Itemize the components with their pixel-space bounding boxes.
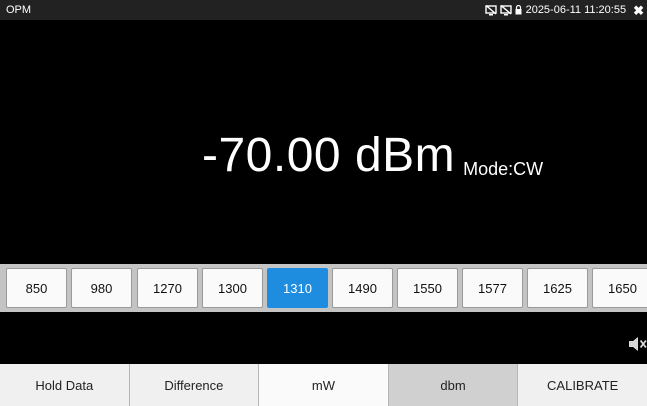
dbm-unit-button[interactable]: dbm [388,364,519,406]
wavelength-button-1625[interactable]: 1625 [527,268,588,308]
calibrate-button[interactable]: CALIBRATE [518,364,647,406]
wavelength-button-980[interactable]: 980 [71,268,132,308]
close-icon[interactable]: ✖ [633,4,644,17]
mw-unit-button[interactable]: mW [259,364,389,406]
wavelength-selector: 850 980 1270 1300 1310 1490 1550 1577 16… [0,264,647,312]
speaker-muted-icon[interactable] [628,336,647,357]
wavelength-button-1550[interactable]: 1550 [397,268,458,308]
status-datetime: 2025-06-11 11:20:55 [525,4,627,16]
wavelength-button-1650[interactable]: 1650 [592,268,647,308]
hold-data-button[interactable]: Hold Data [0,364,130,406]
app-title: OPM [6,4,32,16]
wavelength-button-1300[interactable]: 1300 [202,268,263,308]
difference-button[interactable]: Difference [130,364,260,406]
status-bar: OPM 2025-06-11 11:20:55 ✖ [0,0,647,20]
lock-icon [515,5,522,15]
wavelength-button-850[interactable]: 850 [6,268,67,308]
wavelength-button-1490[interactable]: 1490 [332,268,393,308]
wavelength-button-1270[interactable]: 1270 [137,268,198,308]
wavelength-button-1310[interactable]: 1310 [267,268,328,308]
screen-off-icon [484,4,497,16]
mode-label: Mode:CW [463,159,544,179]
bottom-toolbar: Hold Data Difference mW dbm CALIBRATE [0,364,647,406]
power-value: -70.00 dBm [202,129,456,182]
wavelength-button-1577[interactable]: 1577 [462,268,523,308]
power-reading: -70.00 dBm Mode:CW [202,124,543,184]
screen-off-icon [499,4,512,16]
status-indicators: 2025-06-11 11:20:55 ✖ [484,4,647,17]
